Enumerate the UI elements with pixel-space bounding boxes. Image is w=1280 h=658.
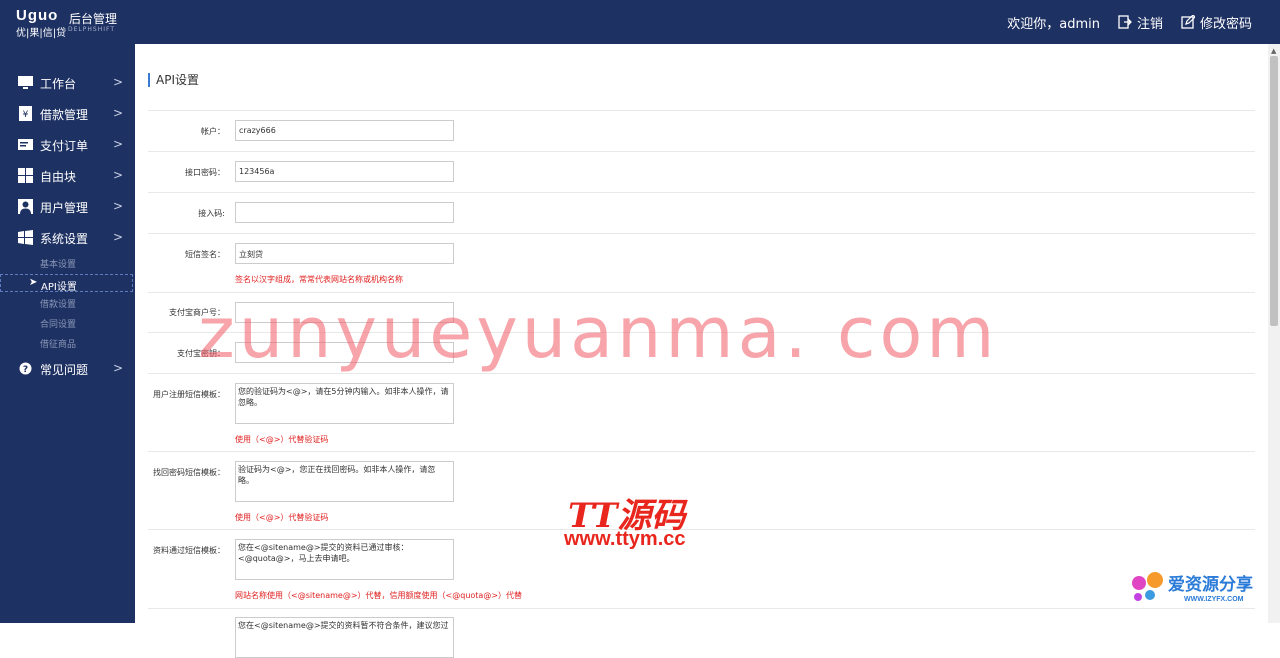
- svg-text:?: ?: [23, 365, 28, 375]
- watermark-izy-text: 爱资源分享: [1168, 575, 1253, 595]
- watermark-izy: 爱资源分享 WWW.IZYFX.COM: [1126, 570, 1276, 610]
- sidebar-subitem-label: 借款设置: [40, 300, 77, 310]
- arrow-right-icon: ➤: [29, 277, 38, 288]
- loan-icon: ¥: [19, 106, 32, 121]
- sidebar-item-label: 常见问题: [40, 363, 89, 377]
- register-template-hint: 使用（<@>）代替验证码: [235, 435, 329, 444]
- sidebar-item-label: 自由块: [40, 170, 77, 184]
- vertical-scrollbar[interactable]: ▲: [1268, 44, 1280, 623]
- divider: [148, 608, 1255, 609]
- chevron-right-icon: >: [113, 137, 124, 151]
- monitor-icon: [18, 76, 33, 89]
- sidebar-item-label: 借款管理: [40, 108, 89, 122]
- chevron-right-icon: >: [113, 361, 124, 375]
- sidebar-item-loans[interactable]: ¥ 借款管理 >: [0, 102, 135, 126]
- chevron-right-icon: >: [113, 75, 124, 89]
- sidebar-subitem-basic-settings[interactable]: 基本设置: [0, 254, 133, 272]
- divider: [148, 233, 1255, 234]
- access-code-field[interactable]: [235, 202, 454, 223]
- sidebar-subitem-label: 合同设置: [40, 320, 77, 330]
- sidebar-item-blocks[interactable]: 自由块 >: [0, 164, 135, 188]
- account-field[interactable]: crazy666: [235, 120, 454, 141]
- sidebar-subitem-label: 借征商品: [40, 340, 77, 350]
- logo[interactable]: Uguo 后台管理 优|果|信|贷 DELPHSHIFT: [16, 7, 136, 39]
- sidebar-item-users[interactable]: 用户管理 >: [0, 195, 135, 219]
- sidebar-item-dashboard[interactable]: 工作台 >: [0, 71, 135, 95]
- user-icon: [18, 199, 33, 214]
- grid-icon: [18, 168, 33, 183]
- sidebar-subitem-products[interactable]: 借征商品: [0, 334, 133, 352]
- sidebar-item-label: 用户管理: [40, 201, 89, 215]
- findpwd-template-hint: 使用（<@>）代替验证码: [235, 513, 329, 522]
- divider: [148, 529, 1255, 530]
- approve-template-label: 资料通过短信模板：: [153, 546, 225, 555]
- chevron-right-icon: >: [113, 230, 124, 244]
- watermark-text: zunyueyuanma. com: [198, 292, 999, 374]
- watermark-tt-url: www.ttym.cc: [564, 528, 686, 550]
- findpwd-template-label: 找回密码短信模板：: [153, 468, 225, 477]
- welcome-label: 欢迎你，admin: [1007, 16, 1100, 32]
- account-label: 帐户：: [201, 127, 225, 136]
- chevron-right-icon: >: [113, 106, 124, 120]
- findpwd-template-field[interactable]: 验证码为<@>，您正在找回密码。如非本人操作，请忽略。: [235, 461, 454, 502]
- sidebar-subitem-loan-settings[interactable]: 借款设置: [0, 294, 133, 312]
- api-password-field[interactable]: 123456a: [235, 161, 454, 182]
- change-password-label: 修改密码: [1199, 16, 1252, 32]
- sidebar-item-settings[interactable]: 系统设置 >: [0, 226, 135, 250]
- order-icon: [18, 139, 33, 150]
- sidebar-subitem-label: 基本设置: [40, 260, 77, 270]
- register-template-label: 用户注册短信模板：: [153, 390, 225, 399]
- register-template-field[interactable]: 您的验证码为<@>，请在5分钟内输入。如非本人操作，请忽略。: [235, 383, 454, 424]
- approve-template-hint: 网站名称使用（<@sitename@>）代替，信用额度使用（<@quota@>）…: [235, 591, 523, 600]
- logout-label: 注销: [1136, 16, 1163, 32]
- logout-button[interactable]: 注销: [1118, 13, 1163, 32]
- sidebar-subitem-contract-settings[interactable]: 合同设置: [0, 314, 133, 332]
- sidebar-subitem-api-settings[interactable]: ➤ API设置: [0, 274, 133, 293]
- scroll-up-icon[interactable]: ▲: [1271, 47, 1276, 55]
- scrollbar-thumb[interactable]: [1270, 56, 1278, 326]
- logo-brand: Uguo: [16, 7, 59, 24]
- divider: [148, 192, 1255, 193]
- divider: [148, 451, 1255, 452]
- chevron-right-icon: >: [113, 199, 124, 213]
- sms-sign-field[interactable]: 立刻贷: [235, 243, 454, 264]
- top-header: Uguo 后台管理 优|果|信|贷 DELPHSHIFT 欢迎你，admin 注…: [0, 0, 1280, 44]
- sidebar-subitem-label: API设置: [41, 282, 77, 293]
- api-password-label: 接口密码：: [185, 168, 225, 177]
- sidebar-item-orders[interactable]: 支付订单 >: [0, 133, 135, 157]
- sidebar: 工作台 > ¥ 借款管理 > 支付订单 > 自由块 > 用户管理 > 系统设置 …: [0, 44, 135, 623]
- question-icon: ?: [19, 362, 32, 375]
- change-password-button[interactable]: 修改密码: [1181, 13, 1252, 32]
- windows-icon: [18, 230, 33, 245]
- divider: [148, 110, 1255, 111]
- access-code-label: 接入码:: [198, 209, 225, 218]
- reject-template-field[interactable]: 您在<@sitename@>提交的资料暂不符合条件，建议您过: [235, 617, 454, 658]
- logo-title: 后台管理: [69, 12, 118, 26]
- chevron-right-icon: >: [113, 168, 124, 182]
- header-actions: 欢迎你，admin 注销 修改密码: [989, 0, 1252, 44]
- page-title: API设置: [148, 73, 199, 87]
- logout-icon: [1118, 15, 1132, 29]
- svg-text:¥: ¥: [23, 110, 29, 120]
- welcome-text: 欢迎你，admin: [1007, 13, 1100, 32]
- sms-sign-label: 短信签名：: [185, 250, 225, 259]
- sidebar-item-label: 支付订单: [40, 139, 89, 153]
- edit-icon: [1181, 15, 1195, 29]
- sidebar-item-label: 系统设置: [40, 232, 89, 246]
- divider: [148, 151, 1255, 152]
- watermark-izy-url: WWW.IZYFX.COM: [1184, 596, 1244, 603]
- sms-sign-hint: 签名以汉字组成，常常代表网站名称或机构名称: [235, 275, 403, 284]
- sidebar-item-label: 工作台: [40, 77, 77, 91]
- izy-logo-icon: [1132, 572, 1163, 601]
- logo-subtitle: 优|果|信|贷: [16, 28, 67, 39]
- sidebar-item-faq[interactable]: ? 常见问题 >: [0, 357, 135, 381]
- approve-template-field[interactable]: 您在<@sitename@>提交的资料已通过审核： <@quota@>，马上去申…: [235, 539, 454, 580]
- logo-tagline: DELPHSHIFT: [68, 26, 115, 33]
